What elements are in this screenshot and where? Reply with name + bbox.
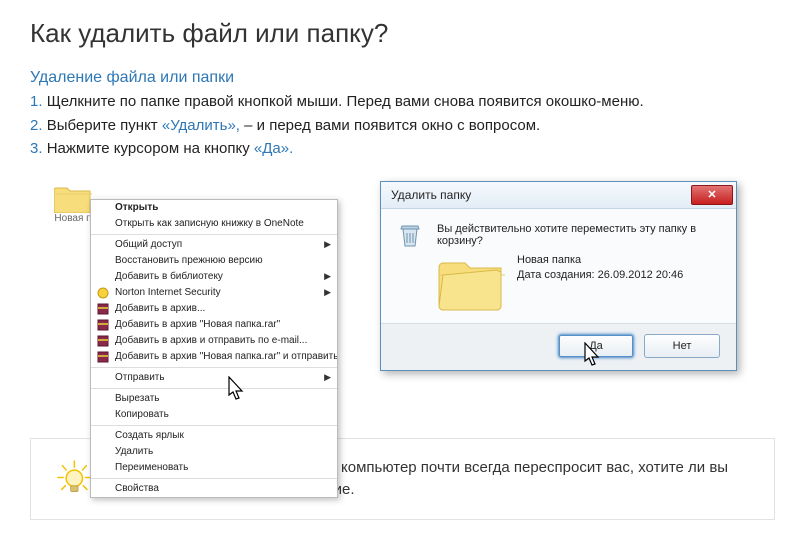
menu-item[interactable]: Norton Internet Security▶ [91,285,337,301]
recycle-bin-icon [399,223,421,313]
step-text: Щелкните по папке правой кнопкой мыши. П… [47,93,644,110]
menu-item-label: Добавить в библиотеку [115,271,321,282]
submenu-arrow-icon: ▶ [321,372,331,383]
menu-item-label: Удалить [115,446,331,457]
menu-item-label: Добавить в архив... [115,303,331,314]
menu-item[interactable]: Переименовать [91,460,337,476]
step-1: 1. Щелкните по папке правой кнопкой мыши… [30,91,775,114]
menu-item-icon [95,429,111,443]
menu-item-label: Открыть как записную книжку в OneNote [115,218,331,229]
context-menu[interactable]: Открыть Открыть как записную книжку в One… [90,199,338,498]
context-menu-figure: Новая п Открыть Открыть как записную книж… [30,181,340,416]
menu-item-icon [95,461,111,475]
menu-item-label: Отправить [115,372,321,383]
menu-item[interactable]: Общий доступ▶ [91,237,337,253]
step-text: Нажмите курсором на кнопку [47,140,254,157]
menu-item[interactable]: Открыть [91,200,337,216]
menu-item-icon [95,371,111,385]
step-2: 2. Выберите пункт «Удалить», – и перед в… [30,115,775,138]
step-3: 3. Нажмите курсором на кнопку «Да». [30,138,775,161]
menu-item-icon [95,201,111,215]
menu-item-icon [95,217,111,231]
menu-item[interactable]: Вырезать [91,391,337,407]
menu-item-label: Свойства [115,483,331,494]
menu-item-label: Открыть [115,202,331,213]
menu-item[interactable]: Добавить в архив... [91,301,337,317]
menu-item-icon [95,350,111,364]
dialog-folder-name: Новая папка [517,253,683,268]
menu-item-label: Восстановить прежнюю версию [115,255,331,266]
folder-label: Новая п [54,213,91,224]
menu-item-label: Вырезать [115,393,331,404]
folder-icon [54,183,92,213]
dialog-titlebar[interactable]: Удалить папку ✕ [381,182,736,209]
menu-item-icon [95,334,111,348]
menu-item-icon [95,270,111,284]
dialog-folder-date: Дата создания: 26.09.2012 20:46 [517,268,683,283]
menu-item-label: Norton Internet Security [115,287,321,298]
no-button[interactable]: Нет [644,334,720,358]
dialog-title-text: Удалить папку [391,188,471,202]
menu-item[interactable]: Создать ярлык [91,428,337,444]
menu-separator [91,425,337,426]
close-button[interactable]: ✕ [691,185,733,205]
delete-dialog: Удалить папку ✕ Вы действительно хотите … [380,181,737,371]
menu-item[interactable]: Восстановить прежнюю версию [91,253,337,269]
menu-item[interactable]: Добавить в архив "Новая папка.rar" и отп… [91,349,337,365]
step-number: 1. [30,93,43,110]
menu-item-icon [95,318,111,332]
section-subtitle: Удаление файла или папки [30,69,775,87]
menu-item[interactable]: Открыть как записную книжку в OneNote [91,216,337,232]
dialog-figure: Удалить папку ✕ Вы действительно хотите … [380,181,740,371]
lightbulb-icon [55,453,94,505]
step-number: 3. [30,140,43,157]
menu-separator [91,234,337,235]
steps-list: 1. Щелкните по папке правой кнопкой мыши… [30,91,775,161]
page-title: Как удалить файл или папку? [30,18,775,49]
close-icon: ✕ [707,188,716,201]
menu-item-label: Добавить в архив "Новая папка.rar" и отп… [115,351,337,362]
menu-item-icon [95,392,111,406]
submenu-arrow-icon: ▶ [321,287,331,298]
menu-separator [91,388,337,389]
menu-item-label: Создать ярлык [115,430,331,441]
menu-item[interactable]: Добавить в архив "Новая папка.rar" [91,317,337,333]
step-number: 2. [30,117,43,134]
submenu-arrow-icon: ▶ [321,271,331,282]
menu-item[interactable]: Свойства [91,481,337,497]
menu-item-label: Копировать [115,409,331,420]
folder-large-icon [437,253,507,313]
menu-item-icon [95,445,111,459]
menu-item[interactable]: Удалить [91,444,337,460]
menu-item-label: Добавить в архив "Новая папка.rar" [115,319,331,330]
dialog-question: Вы действительно хотите переместить эту … [437,223,718,247]
menu-item[interactable]: Копировать [91,407,337,423]
menu-item-icon [95,286,111,300]
menu-item[interactable]: Добавить в архив и отправить по e-mail..… [91,333,337,349]
menu-item-icon [95,254,111,268]
submenu-arrow-icon: ▶ [321,239,331,250]
menu-item-label: Общий доступ [115,239,321,250]
menu-item-label: Переименовать [115,462,331,473]
menu-item-icon [95,238,111,252]
menu-item[interactable]: Отправить▶ [91,370,337,386]
menu-item-icon [95,482,111,496]
step-quoted: «Да». [254,140,293,157]
menu-item[interactable]: Добавить в библиотеку▶ [91,269,337,285]
menu-item-label: Добавить в архив и отправить по e-mail..… [115,335,331,346]
step-text: Выберите пункт [47,117,162,134]
menu-item-icon [95,408,111,422]
menu-separator [91,478,337,479]
yes-button[interactable]: Да [558,334,634,358]
menu-separator [91,367,337,368]
step-quoted: «Удалить», [162,117,240,134]
step-text: – и перед вами появится окно с вопросом. [240,117,540,134]
menu-item-icon [95,302,111,316]
